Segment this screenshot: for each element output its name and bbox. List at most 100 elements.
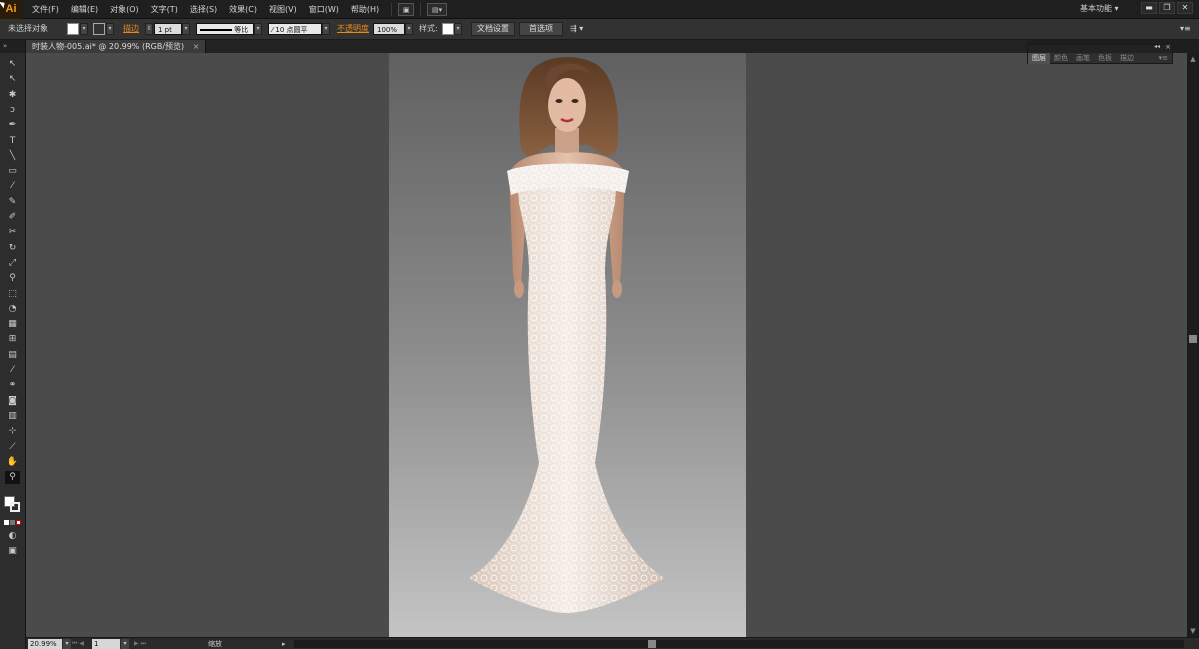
selection-tool-icon[interactable]: ↖	[5, 58, 20, 71]
warp-tool-icon[interactable]: ⚲	[5, 272, 20, 285]
magic-wand-tool-icon[interactable]: ✱	[5, 89, 20, 102]
scroll-up-icon[interactable]: ▲	[1189, 55, 1197, 63]
restore-button[interactable]: ❐	[1159, 2, 1175, 14]
opacity-field[interactable]: 100%	[373, 23, 405, 35]
next-artboard-icon[interactable]: ▶ ⏭	[134, 638, 146, 649]
minimize-button[interactable]: ▬	[1141, 2, 1157, 14]
menu-list: 文件(F) 编辑(E) 对象(O) 文字(T) 选择(S) 效果(C) 视图(V…	[26, 0, 448, 19]
vertical-scrollbar[interactable]: ▲ ▼	[1187, 53, 1199, 637]
blob-brush-tool-icon[interactable]: ✐	[5, 211, 20, 224]
line-tool-icon[interactable]: ╲	[5, 150, 20, 163]
tab-swatches[interactable]: 色板	[1094, 53, 1116, 64]
direct-selection-tool-icon[interactable]: ↖	[5, 73, 20, 86]
draw-mode-icon[interactable]: ◐	[5, 530, 20, 543]
free-transform-tool-icon[interactable]: ⬚	[5, 288, 20, 301]
document-tab[interactable]: 时装人物-005.ai* @ 20.99% (RGB/预览) ×	[26, 40, 207, 53]
mesh-tool-icon[interactable]: ⊞	[5, 333, 20, 346]
tab-stroke[interactable]: 描边	[1116, 53, 1138, 64]
workspace-switcher[interactable]: 基本功能 ▾	[1080, 0, 1119, 17]
panel-collapse-icon[interactable]: ◂◂	[1154, 43, 1160, 50]
document-setup-button[interactable]: 文档设置	[471, 22, 515, 36]
slice-tool-icon[interactable]: ⟋	[5, 441, 20, 454]
status-menu-arrow-icon[interactable]: ▸	[282, 638, 286, 649]
lasso-tool-icon[interactable]: ↄ	[5, 104, 20, 117]
menu-object[interactable]: 对象(O)	[104, 0, 145, 19]
menu-effect[interactable]: 效果(C)	[223, 0, 263, 19]
opacity-dropdown[interactable]: ▾	[405, 23, 413, 35]
artboard[interactable]	[389, 53, 746, 637]
preferences-button[interactable]: 首选项	[519, 22, 563, 36]
eyedropper-tool-icon[interactable]: ⁄	[5, 364, 20, 377]
zoom-dropdown[interactable]: ▾	[63, 639, 71, 649]
variable-width-profile[interactable]: 等比	[196, 23, 254, 35]
menu-window[interactable]: 窗口(W)	[303, 0, 345, 19]
vertical-scroll-thumb[interactable]	[1189, 335, 1197, 343]
panel-header[interactable]: ◂◂ ×	[1028, 43, 1172, 53]
symbol-sprayer-tool-icon[interactable]: ◙	[5, 395, 20, 408]
arrange-documents-button[interactable]: ▤▾	[427, 3, 448, 16]
current-tool-status: 缩放	[208, 640, 222, 648]
stroke-dropdown[interactable]: ▾	[106, 23, 114, 35]
panel-menu-icon[interactable]: ▾≡	[1155, 53, 1172, 64]
artboard-dropdown[interactable]: ▾	[121, 639, 129, 649]
rotate-tool-icon[interactable]: ↻	[5, 242, 20, 255]
scissors-tool-icon[interactable]: ✂	[5, 226, 20, 239]
menu-select[interactable]: 选择(S)	[184, 0, 223, 19]
control-panel-menu-icon[interactable]: ▾≡	[1180, 22, 1191, 36]
menu-type[interactable]: 文字(T)	[145, 0, 184, 19]
stroke-stepper[interactable]: ⇕	[145, 23, 153, 35]
profile-dropdown[interactable]: ▾	[254, 23, 262, 35]
canvas-area[interactable]	[26, 53, 1187, 637]
tab-color[interactable]: 颜色	[1050, 53, 1072, 64]
first-artboard-icon[interactable]: ⏮ ◀	[72, 638, 84, 649]
menu-file[interactable]: 文件(F)	[26, 0, 65, 19]
stroke-swatch[interactable]	[93, 23, 105, 35]
fashion-figure-artwork	[469, 57, 665, 613]
color-mode-buttons[interactable]	[4, 520, 22, 526]
graphic-style-swatch[interactable]	[442, 23, 454, 35]
shape-builder-tool-icon[interactable]: ◔	[5, 303, 20, 316]
chevron-down-icon: ▾	[1114, 4, 1119, 13]
column-graph-tool-icon[interactable]: ▥	[5, 410, 20, 423]
type-tool-icon[interactable]: T	[5, 135, 20, 148]
zoom-tool-icon[interactable]: ⚲	[5, 471, 20, 485]
menu-help[interactable]: 帮助(H)	[345, 0, 385, 19]
menu-view[interactable]: 视图(V)	[263, 0, 303, 19]
zoom-level-field[interactable]: 20.99%	[28, 639, 62, 649]
artboard-tool-icon[interactable]: ⊹	[5, 425, 20, 438]
blend-tool-icon[interactable]: ⚭	[5, 379, 20, 392]
gradient-tool-icon[interactable]: ▤	[5, 349, 20, 362]
horizontal-scrollbar[interactable]	[294, 640, 1184, 648]
scale-tool-icon[interactable]: ⤢	[5, 257, 20, 270]
brush-definition[interactable]: ⁄ 10 点圆平	[268, 23, 322, 35]
align-options-icon[interactable]: ⇶ ▾	[570, 22, 583, 36]
stroke-weight-dropdown[interactable]: ▾	[182, 23, 190, 35]
pen-tool-icon[interactable]: ✒	[5, 119, 20, 132]
scroll-down-icon[interactable]: ▼	[1189, 627, 1197, 635]
fill-stroke-indicator[interactable]	[4, 496, 20, 512]
screen-mode-icon[interactable]: ▣	[5, 545, 20, 558]
horizontal-scroll-thumb[interactable]	[648, 640, 656, 648]
close-icon[interactable]: ×	[193, 42, 200, 51]
tab-layers[interactable]: 图层	[1028, 53, 1050, 64]
close-button[interactable]: ✕	[1177, 2, 1193, 14]
paintbrush-tool-icon[interactable]: ⁄	[5, 180, 20, 193]
toolbox-collapse-button[interactable]: »	[0, 40, 25, 53]
pencil-tool-icon[interactable]: ✎	[5, 196, 20, 209]
tab-brushes[interactable]: 画笔	[1072, 53, 1094, 64]
bridge-button[interactable]: ▣	[398, 3, 415, 16]
hand-tool-icon[interactable]: ✋	[5, 456, 20, 469]
style-dropdown[interactable]: ▾	[454, 23, 462, 35]
fill-swatch[interactable]	[67, 23, 79, 35]
menu-bar: Ai 文件(F) 编辑(E) 对象(O) 文字(T) 选择(S) 效果(C) 视…	[0, 0, 1199, 19]
menu-edit[interactable]: 编辑(E)	[65, 0, 104, 19]
stroke-link[interactable]: 描边	[123, 22, 139, 36]
perspective-grid-tool-icon[interactable]: ▦	[5, 318, 20, 331]
fill-dropdown[interactable]: ▾	[80, 23, 88, 35]
brush-dropdown[interactable]: ▾	[322, 23, 330, 35]
panel-close-icon[interactable]: ×	[1165, 43, 1171, 51]
rectangle-tool-icon[interactable]: ▭	[5, 165, 20, 178]
artboard-number-field[interactable]: 1	[92, 639, 120, 649]
stroke-weight-field[interactable]: 1 pt	[154, 23, 182, 35]
opacity-link[interactable]: 不透明度	[337, 22, 369, 36]
